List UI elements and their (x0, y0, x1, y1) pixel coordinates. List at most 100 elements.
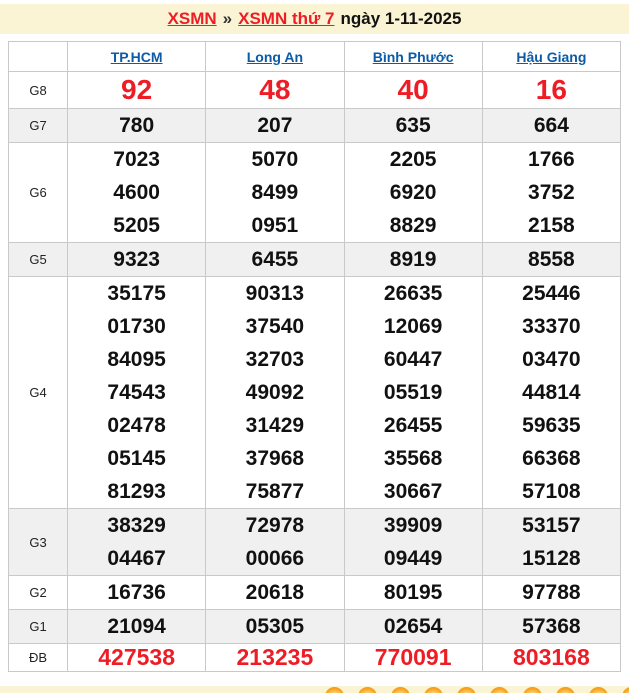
prize-numbers-cell: 72978 00066 (205, 508, 345, 576)
province-header: Bình Phước (343, 41, 483, 72)
prize-number: 635 (395, 114, 431, 137)
province-link-h-u-giang[interactable]: Hậu Giang (516, 49, 586, 65)
page-title: XSMN » XSMN thứ 7 ngày 1-11-2025 (0, 4, 629, 34)
lottery-ball-icon (424, 687, 443, 693)
prize-numbers-cell: 26635 12069 60447 05519 26455 35568 30667 (343, 276, 483, 509)
prize-row-G5: G5 9323 6455 8919 8558 (8, 242, 622, 277)
prize-numbers-cell: 80195 (343, 575, 483, 610)
province-header: Hậu Giang (481, 41, 622, 72)
province-header: Long An (205, 41, 345, 72)
xsmn-weekday-link[interactable]: XSMN thứ 7 (238, 9, 334, 29)
prize-number: 803168 (513, 644, 590, 670)
prize-numbers-cell: 6455 (205, 242, 345, 277)
prize-number: 90313 (245, 282, 305, 305)
prize-numbers-cell: 780 (66, 108, 207, 143)
prize-number: 8919 (389, 248, 437, 271)
prize-number: 66368 (522, 447, 581, 470)
prize-numbers-cell: 16 (481, 71, 622, 109)
prize-numbers-cell: 02654 (343, 609, 483, 644)
prize-label: G2 (8, 575, 68, 610)
prize-row-G8: G8 92 48 40 16 (8, 71, 622, 109)
prize-numbers-cell: 92 (66, 71, 207, 109)
prize-label: G8 (8, 71, 68, 109)
prize-number: 15128 (522, 547, 581, 570)
prize-number: 48 (259, 74, 291, 105)
province-link-long-an[interactable]: Long An (247, 49, 303, 65)
prize-number: 8499 (251, 181, 299, 204)
prize-row-G7: G7 780 207 635 664 (8, 108, 622, 143)
lottery-ball-icon (490, 687, 509, 693)
prize-number: 05145 (107, 447, 166, 470)
prize-numbers-cell: 207 (205, 108, 345, 143)
prize-numbers-cell: 40 (343, 71, 483, 109)
lottery-ball-icon (523, 687, 542, 693)
prize-number: 26635 (383, 282, 443, 305)
header-row: TP.HCM Long An Bình Phước Hậu Giang (8, 41, 622, 72)
prize-numbers-cell: 16736 (66, 575, 207, 610)
prize-number: 59635 (522, 414, 581, 437)
prize-number: 38329 (107, 514, 166, 537)
prize-number: 81293 (107, 480, 166, 503)
prize-row-G2: G2 16736 20618 80195 97788 (8, 575, 622, 610)
prize-number: 92 (121, 74, 153, 105)
prize-number: 33370 (522, 315, 581, 338)
lottery-ball-icon (391, 687, 410, 693)
prize-number: 37540 (245, 315, 305, 338)
title-separator: » (222, 9, 233, 28)
prize-number: 57368 (522, 615, 581, 638)
prize-row-G1: G1 21094 05305 02654 57368 (8, 609, 622, 644)
prize-number: 09449 (383, 547, 443, 570)
prize-numbers-cell: 38329 04467 (66, 508, 207, 576)
lottery-ball-icon (358, 687, 377, 693)
lottery-ball-icon (622, 687, 629, 693)
prize-row-G6: G6 7023 4600 5205 5070 8499 0951 2205 6920 8829 17… (8, 142, 622, 243)
prize-number: 30667 (383, 480, 443, 503)
lottery-ball-icon (589, 687, 608, 693)
prize-number: 7023 (113, 148, 160, 171)
prize-number: 04467 (107, 547, 166, 570)
results-table: TP.HCM Long An Bình Phước Hậu Giang G8 92 48 4… (8, 41, 622, 672)
prize-number: 60447 (383, 348, 443, 371)
prize-number: 0951 (251, 214, 299, 237)
prize-number: 780 (119, 114, 155, 137)
prize-numbers-cell: 35175 01730 84095 74543 02478 05145 81293 (66, 276, 207, 509)
prize-row-G4: G4 35175 01730 84095 74543 02478 05145 81293 903… (8, 276, 622, 509)
prize-number: 35568 (383, 447, 443, 470)
prize-number: 21094 (107, 615, 166, 638)
prize-number: 02478 (107, 414, 166, 437)
prize-number: 5070 (251, 148, 299, 171)
prize-numbers-cell: 90313 37540 32703 49092 31429 37968 75877 (205, 276, 345, 509)
prize-number: 40 (397, 74, 429, 105)
lottery-ball-icon (556, 687, 575, 693)
prize-number: 72978 (245, 514, 305, 537)
prize-number: 16 (535, 74, 567, 105)
lottery-ball-icon (457, 687, 476, 693)
prize-number: 6455 (251, 248, 299, 271)
prize-label: G1 (8, 609, 68, 644)
prize-number: 26455 (383, 414, 443, 437)
xsmn-link[interactable]: XSMN (168, 9, 217, 29)
prize-label: ĐB (8, 643, 68, 672)
prize-number: 20618 (245, 581, 305, 604)
prize-number: 49092 (245, 381, 305, 404)
prize-number: 8829 (389, 214, 437, 237)
province-link-tp-hcm[interactable]: TP.HCM (111, 49, 163, 65)
prize-numbers-cell: 97788 (481, 575, 622, 610)
prize-number: 664 (533, 114, 569, 137)
prize-number: 97788 (522, 581, 581, 604)
prize-numbers-cell: 57368 (481, 609, 622, 644)
prize-numbers-cell: 25446 33370 03470 44814 59635 66368 57108 (481, 276, 622, 509)
prize-number: 05305 (245, 615, 305, 638)
prize-number: 9323 (113, 248, 160, 271)
prize-number: 35175 (107, 282, 166, 305)
prize-number: 44814 (522, 381, 581, 404)
corner-cell (8, 41, 68, 72)
prize-number: 53157 (522, 514, 581, 537)
prize-label: G7 (8, 108, 68, 143)
title-date: ngày 1-11-2025 (340, 9, 462, 28)
prize-numbers-cell: 20618 (205, 575, 345, 610)
province-link-b-nh-ph-c[interactable]: Bình Phước (373, 49, 454, 65)
prize-number: 16736 (107, 581, 166, 604)
prize-numbers-cell: 9323 (66, 242, 207, 277)
prize-label: G3 (8, 508, 68, 576)
